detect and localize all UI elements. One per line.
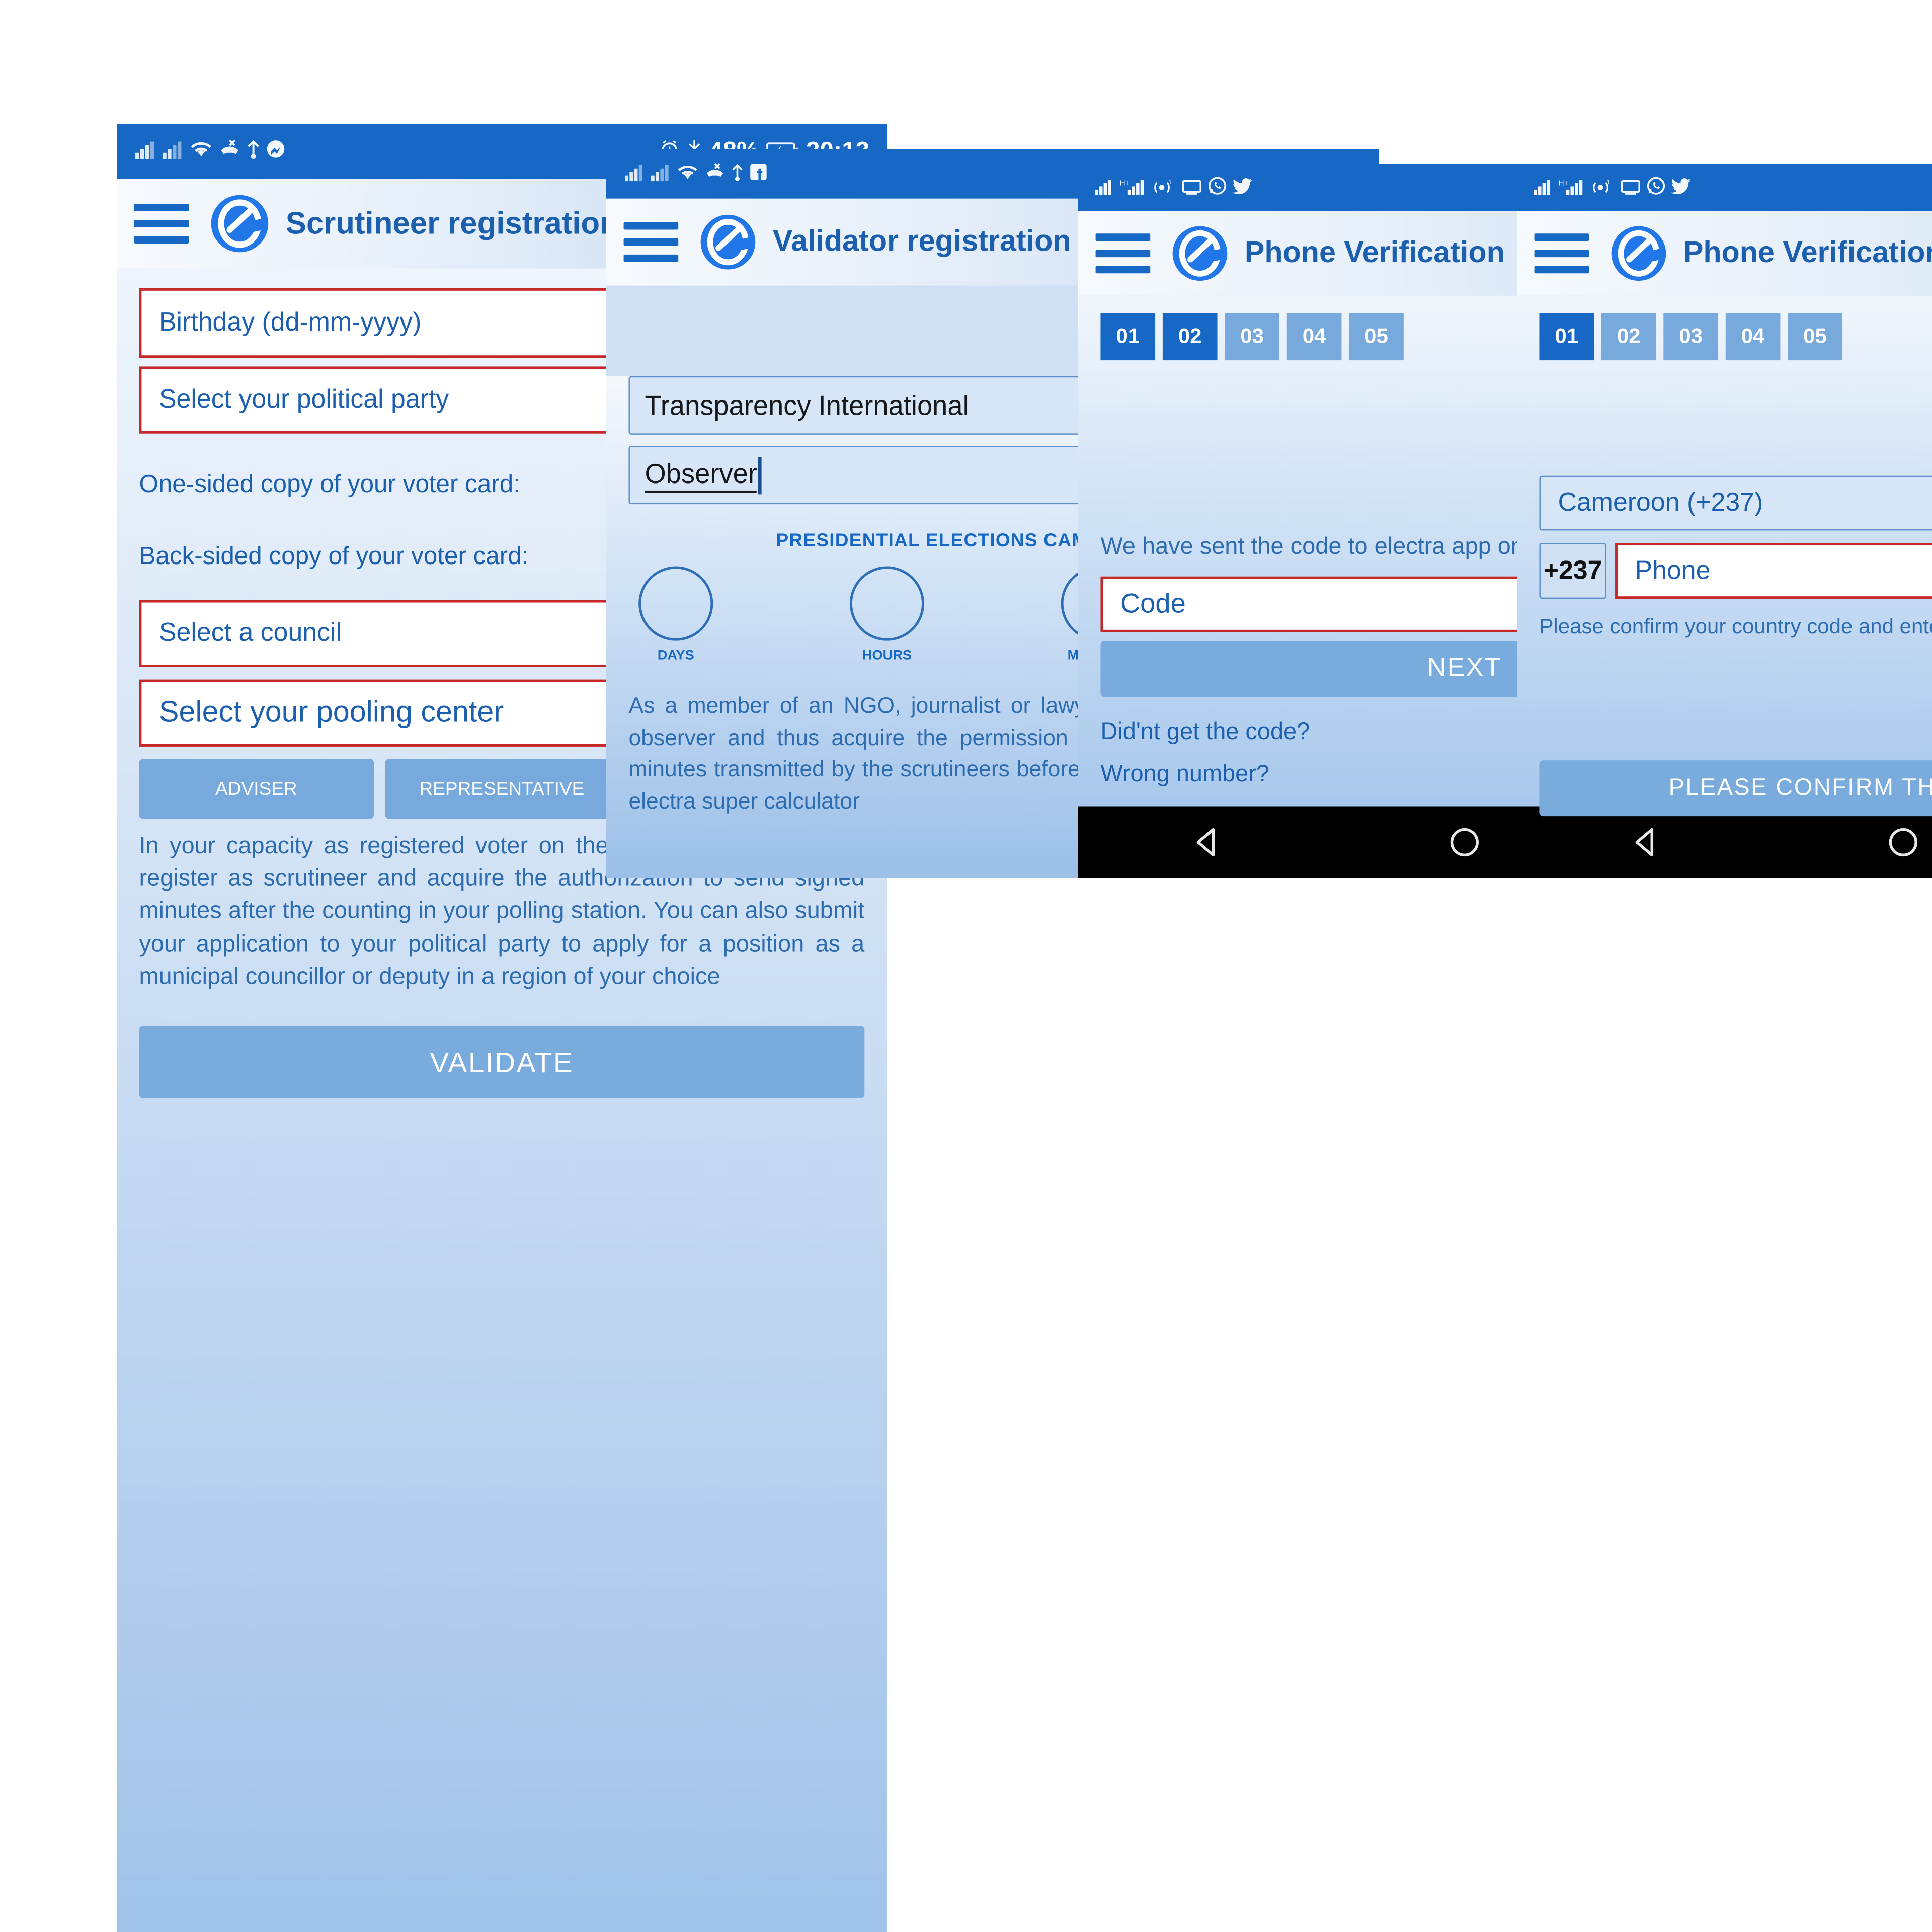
hamburger-menu-icon[interactable] (623, 221, 679, 263)
step-label: 01 (1116, 324, 1140, 348)
text-caret (758, 456, 762, 494)
facebook-icon (749, 162, 768, 186)
screen-content: 01 02 03 04 05 Cameroon (+237) +237 Phon… (1516, 295, 1932, 817)
twitter-icon (1232, 177, 1253, 199)
hotspot-icon: 1 (1152, 177, 1176, 199)
twitter-icon (1670, 177, 1692, 199)
country-code-display: +237 (1539, 542, 1606, 599)
phone-hint: Please confirm your country code and ent… (1539, 615, 1932, 639)
countdown-circle (638, 566, 713, 641)
role-value: Observer (645, 458, 757, 493)
hspa-signal-icon: H+ (1558, 177, 1585, 199)
step-03[interactable]: 03 (1663, 313, 1718, 360)
step-indicator: 01 02 03 04 05 (1517, 296, 1932, 360)
countdown-item-hours: HOURS (849, 566, 924, 664)
home-circle-icon[interactable] (1886, 825, 1920, 859)
step-label: 05 (1803, 324, 1827, 348)
whatsapp-icon (1208, 177, 1228, 199)
validate-label: VALIDATE (430, 1045, 574, 1078)
hamburger-menu-icon[interactable] (1534, 232, 1589, 275)
step-02[interactable]: 02 (1601, 313, 1656, 360)
organization-value: Transparency International (645, 389, 969, 421)
android-nav-bar (1516, 806, 1932, 878)
wifi-icon (189, 139, 213, 164)
step-label: 03 (1240, 324, 1264, 348)
whatsapp-icon (1646, 177, 1666, 199)
countdown-item-days: DAYS (638, 566, 713, 664)
signal-icon (1093, 177, 1114, 199)
hotspot-icon: 1 (1590, 177, 1615, 199)
role-button-adviser[interactable]: ADVISER (139, 759, 374, 819)
missed-call-icon (219, 139, 241, 164)
hspa-signal-icon: H+ (1119, 177, 1146, 199)
step-05[interactable]: 05 (1787, 313, 1842, 360)
signal-icon (162, 139, 184, 164)
electra-logo-icon (211, 195, 269, 253)
step-label: 03 (1678, 324, 1703, 348)
step-04[interactable]: 04 (1286, 313, 1342, 360)
confirm-label: PLEASE CONFIRM THE INFORMATION (1668, 774, 1932, 801)
validate-button[interactable]: VALIDATE (139, 1026, 865, 1098)
screencast-icon (1620, 177, 1641, 199)
phone-4-screenshot: H+ 1 75% 11 (1516, 164, 1932, 878)
role-button-representative[interactable]: REPRESENTATIVE (384, 759, 619, 819)
step-label: 04 (1302, 324, 1326, 348)
usb-icon (246, 139, 261, 164)
role-label: REPRESENTATIVE (419, 778, 585, 799)
step-02[interactable]: 02 (1162, 313, 1218, 360)
countdown-label: HOURS (862, 648, 912, 664)
hamburger-menu-icon[interactable] (134, 202, 189, 245)
missed-call-icon (704, 162, 726, 186)
step-label: 05 (1364, 324, 1388, 348)
signal-icon (134, 139, 156, 164)
electra-logo-icon (1611, 226, 1666, 281)
hamburger-menu-icon[interactable] (1095, 232, 1151, 275)
countdown-label: DAYS (657, 648, 694, 664)
countdown-circle (849, 566, 924, 641)
electra-logo-icon (700, 215, 756, 270)
svg-text:1: 1 (1168, 178, 1172, 186)
status-bar: H+ 1 75% 11 (1516, 164, 1932, 211)
svg-text:H+: H+ (1120, 179, 1130, 187)
step-label: 02 (1178, 324, 1202, 348)
svg-text:1: 1 (1607, 178, 1611, 186)
svg-text:H+: H+ (1558, 179, 1568, 187)
phone-placeholder: Phone (1635, 555, 1711, 585)
step-01[interactable]: 01 (1539, 313, 1594, 360)
signal-icon (650, 162, 671, 186)
phone-input[interactable]: Phone (1615, 542, 1932, 599)
country-code-label: +237 (1543, 555, 1602, 585)
next-label: NEXT (1427, 654, 1502, 682)
step-05[interactable]: 05 (1349, 313, 1404, 360)
page-title: Phone Verification (1683, 236, 1932, 270)
back-triangle-icon[interactable] (1189, 825, 1224, 859)
signal-icon (1532, 177, 1553, 199)
signal-icon (623, 162, 645, 186)
step-03[interactable]: 03 (1225, 313, 1279, 360)
step-01[interactable]: 01 (1100, 313, 1156, 360)
usb-icon (731, 162, 744, 186)
step-04[interactable]: 04 (1725, 313, 1780, 360)
electra-logo-icon (1172, 226, 1228, 281)
screencast-icon (1181, 177, 1202, 199)
role-label: ADVISER (215, 778, 297, 799)
step-label: 02 (1617, 324, 1641, 348)
step-label: 04 (1741, 324, 1764, 348)
step-label: 01 (1554, 324, 1578, 348)
country-select[interactable]: Cameroon (+237) (1539, 475, 1932, 531)
wifi-icon (676, 162, 699, 186)
messenger-icon (266, 139, 286, 164)
confirm-button[interactable]: PLEASE CONFIRM THE INFORMATION (1539, 760, 1932, 817)
back-triangle-icon[interactable] (1628, 825, 1663, 859)
app-bar: Phone Verification (1516, 211, 1932, 296)
country-value: Cameroon (+237) (1557, 488, 1763, 517)
home-circle-icon[interactable] (1447, 825, 1482, 859)
